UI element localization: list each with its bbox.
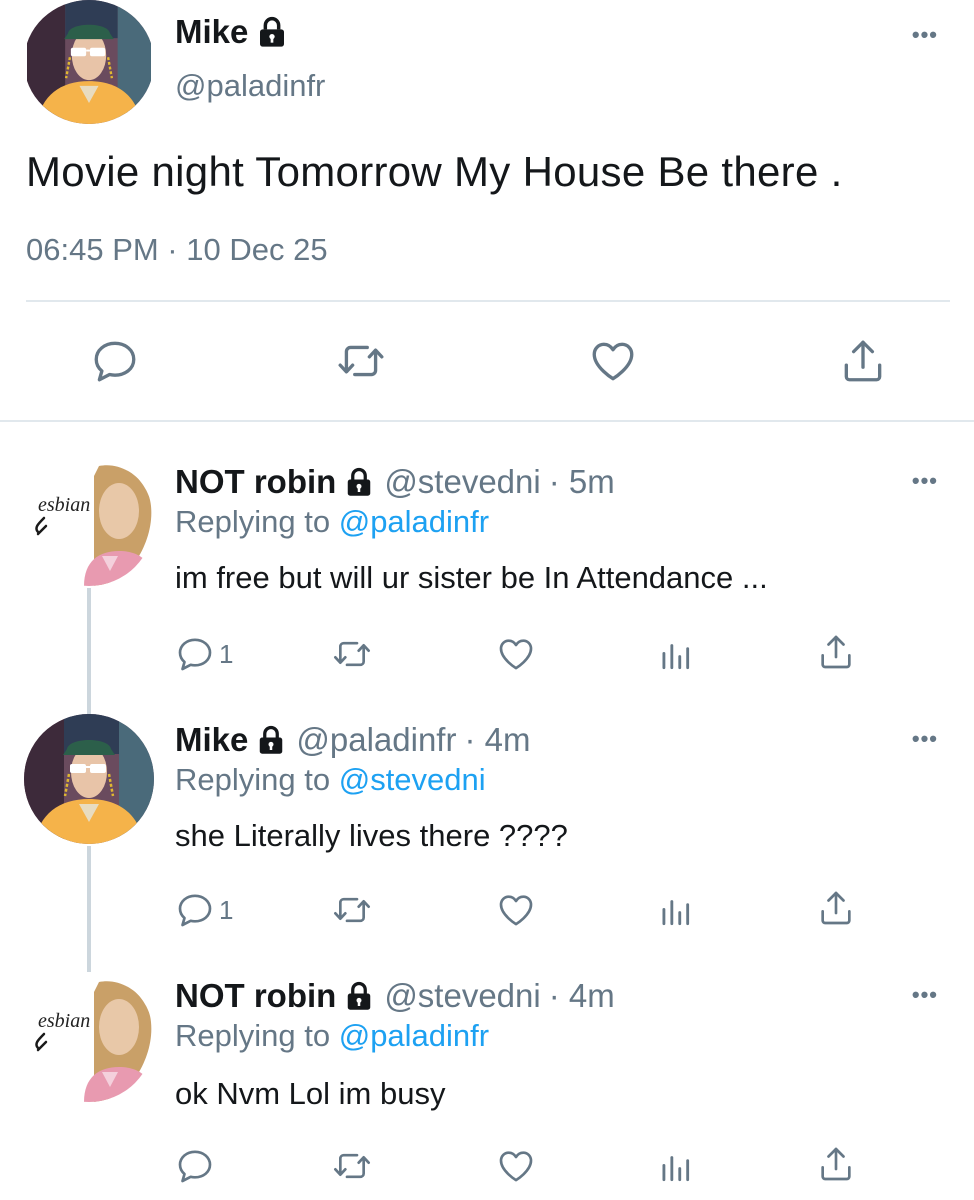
reply-text: ok Nvm Lol im busy [175,1076,446,1111]
author-handle[interactable]: @stevedni [384,976,540,1016]
reply-icon[interactable] [90,336,140,386]
avatar[interactable]: esbian [24,456,154,586]
share-icon[interactable] [816,888,856,928]
avatar-caption: esbian [38,1010,91,1032]
more-options-icon[interactable]: ••• [912,726,938,752]
mike-avatar-image [24,0,154,124]
like-icon[interactable] [496,890,536,930]
retweet-icon[interactable] [336,336,386,386]
avatar-caption: esbian [38,494,91,516]
author-name[interactable]: Mike [175,720,248,760]
replying-to: Replying to @paladinfr [175,502,489,542]
reply-header: NOT robin @stevedni · 4m [175,976,615,1016]
author-handle[interactable]: @stevedni [384,462,540,502]
reply-icon [175,890,215,930]
reply-time[interactable]: · 5m [549,462,615,502]
avatar[interactable] [24,714,154,844]
retweet-icon[interactable] [330,634,374,674]
like-icon[interactable] [496,1146,536,1186]
reply-icon [175,634,215,674]
reply-header: NOT robin @stevedni · 5m [175,462,615,502]
lock-icon [256,16,288,48]
author-name[interactable]: Mike [175,12,288,52]
retweet-icon[interactable] [330,890,374,930]
replying-prefix: Replying to [175,762,339,797]
replying-to-link[interactable]: @stevedni [339,762,486,797]
tweet-text: Movie night Tomorrow My House Be there . [26,148,843,195]
reply-time[interactable]: · 4m [464,720,530,760]
mike-avatar-image [24,714,154,844]
retweet-icon[interactable] [330,1146,374,1186]
replying-prefix: Replying to [175,504,339,539]
like-icon[interactable] [588,336,638,386]
thread-line [87,846,91,972]
reply-time[interactable]: · 4m [549,976,615,1016]
author-name[interactable]: NOT robin [175,976,336,1016]
divider [26,300,950,302]
avatar[interactable] [24,0,154,124]
reply-text: im free but will ur sister be In Attenda… [175,560,768,595]
replying-to: Replying to @paladinfr [175,1016,489,1056]
robin-avatar-image [24,456,154,586]
replying-to-link[interactable]: @paladinfr [339,1018,489,1053]
avatar[interactable]: esbian [24,972,154,1102]
reply-icon[interactable] [175,1146,215,1186]
author-handle[interactable]: @paladinfr [175,66,325,106]
lock-icon [256,725,286,755]
stats-icon[interactable] [656,1148,694,1186]
more-options-icon[interactable]: ••• [912,982,938,1008]
reply-text: she Literally lives there ???? [175,818,568,853]
stats-icon[interactable] [656,892,694,930]
replying-to: Replying to @stevedni [175,760,486,800]
reply-button[interactable]: 1 [175,890,233,930]
robin-avatar-image [24,972,154,1102]
replying-prefix: Replying to [175,1018,339,1053]
reply-count: 1 [219,894,234,925]
thread-line [87,588,91,714]
more-options-icon[interactable]: ••• [912,468,938,494]
author-name-text: Mike [175,13,249,50]
reply-header: Mike @paladinfr · 4m [175,720,530,760]
like-icon[interactable] [496,634,536,674]
author-handle[interactable]: @paladinfr [296,720,456,760]
share-icon[interactable] [816,1144,856,1184]
share-icon[interactable] [816,632,856,672]
reply-button[interactable]: 1 [175,634,233,674]
replying-to-link[interactable]: @paladinfr [339,504,489,539]
lock-icon [344,981,374,1011]
lock-icon [344,467,374,497]
author-name[interactable]: NOT robin [175,462,336,502]
divider [0,420,974,422]
more-options-icon[interactable]: ••• [912,22,938,48]
tweet-timestamp[interactable]: 06:45 PM · 10 Dec 25 [26,230,328,270]
reply-count: 1 [219,638,234,669]
stats-icon[interactable] [656,636,694,674]
share-icon[interactable] [838,336,888,386]
